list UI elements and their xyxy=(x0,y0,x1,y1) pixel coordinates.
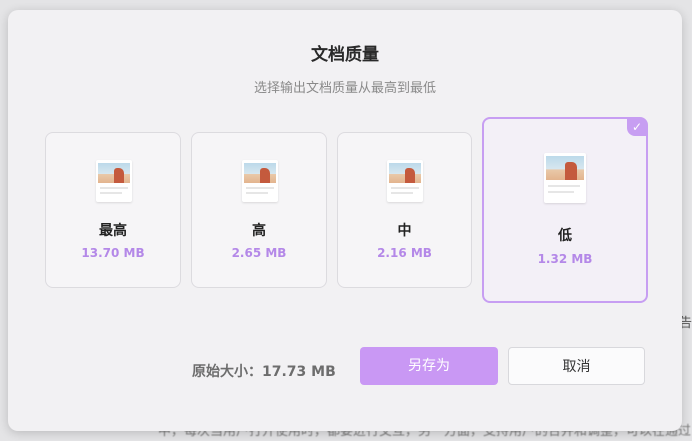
file-size: 2.16 MB xyxy=(377,246,432,260)
quality-option-high[interactable]: 高 2.65 MB xyxy=(191,132,327,288)
file-size: 2.65 MB xyxy=(231,246,287,260)
quality-label: 高 xyxy=(252,223,266,239)
document-thumbnail-icon xyxy=(387,160,423,202)
save-as-button[interactable]: 另存为 xyxy=(360,347,498,385)
dialog-subtitle: 选择输出文档质量从最高到最低 xyxy=(253,81,436,96)
checkmark-icon: ✓ xyxy=(627,118,647,136)
document-thumbnail-icon xyxy=(544,153,586,203)
quality-label: 低 xyxy=(558,228,572,244)
quality-option-low[interactable]: ✓ 低 1.32 MB xyxy=(482,117,648,303)
quality-label: 中 xyxy=(397,223,412,239)
original-size-text: 原始大小：17.73 MB xyxy=(192,364,336,380)
quality-label: 最高 xyxy=(99,223,127,239)
document-thumbnail-icon xyxy=(96,160,132,202)
cancel-button[interactable]: 取消 xyxy=(508,347,645,385)
quality-option-medium[interactable]: 中 2.16 MB xyxy=(337,132,472,288)
quality-option-highest[interactable]: 最高 13.70 MB xyxy=(45,132,181,288)
document-quality-dialog: 文档质量 选择输出文档质量从最高到最低 最高 13.70 MB 高 2.65 M… xyxy=(8,10,682,431)
file-size: 1.32 MB xyxy=(537,252,593,266)
file-size: 13.70 MB xyxy=(81,246,145,260)
document-thumbnail-icon xyxy=(242,160,278,202)
dialog-title: 文档质量 xyxy=(311,45,379,65)
